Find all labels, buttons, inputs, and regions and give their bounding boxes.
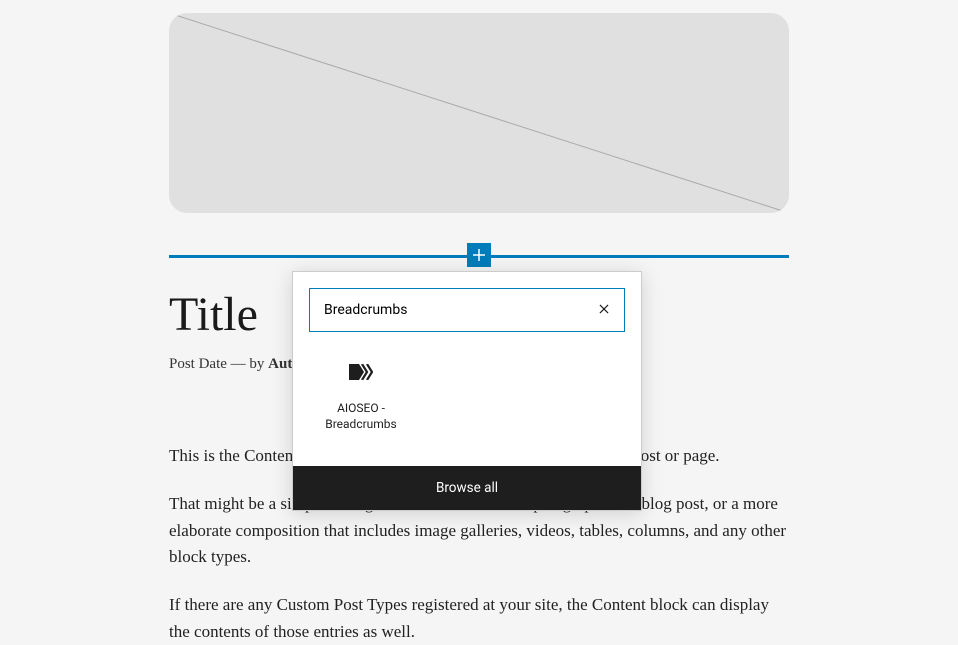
block-item-label: AIOSEO - Breadcrumbs xyxy=(313,400,409,432)
content-paragraph: If there are any Custom Post Types regis… xyxy=(169,592,789,645)
close-icon xyxy=(597,300,611,321)
block-search xyxy=(309,288,625,332)
breadcrumbs-icon xyxy=(313,358,409,386)
clear-search-button[interactable] xyxy=(584,289,624,331)
browse-all-button[interactable]: Browse all xyxy=(293,466,641,510)
block-search-input[interactable] xyxy=(310,289,584,331)
block-inserter-popover: AIOSEO - Breadcrumbs Browse all xyxy=(292,271,642,511)
block-results: AIOSEO - Breadcrumbs xyxy=(293,348,641,466)
plus-icon xyxy=(470,246,488,264)
post-date: Post Date xyxy=(169,356,227,372)
add-block-button[interactable] xyxy=(467,243,491,267)
featured-image-placeholder[interactable] xyxy=(169,13,789,213)
block-item-aioseo-breadcrumbs[interactable]: AIOSEO - Breadcrumbs xyxy=(309,348,413,442)
block-insert-divider xyxy=(169,243,789,269)
